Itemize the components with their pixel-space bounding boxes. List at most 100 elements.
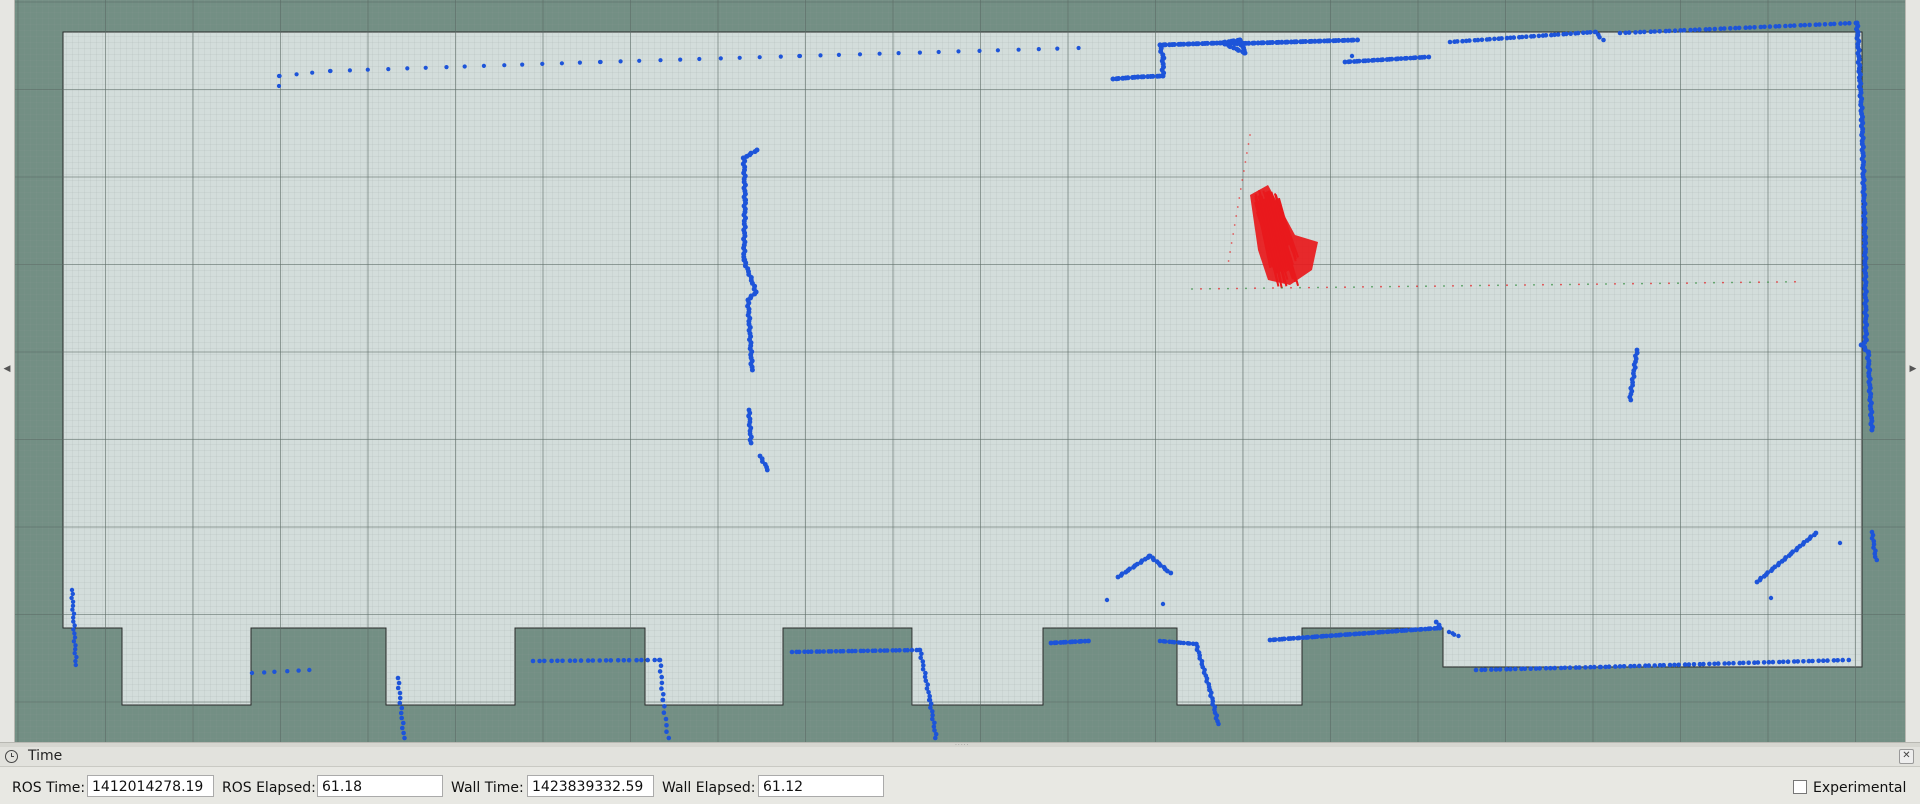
laser-point	[634, 657, 639, 663]
laser-point	[1657, 29, 1662, 34]
laser-point	[1543, 33, 1549, 38]
laser-point	[73, 643, 78, 648]
ros-elapsed-field[interactable]: 61.18	[317, 775, 443, 797]
laser-point	[405, 66, 410, 71]
laser-point	[1125, 75, 1131, 81]
laser-point	[977, 48, 982, 54]
laser-point	[1716, 661, 1721, 666]
laser-point	[1305, 634, 1311, 640]
laser-point	[395, 685, 401, 691]
laser-point	[1587, 30, 1593, 35]
laser-point	[1487, 36, 1492, 42]
laser-point	[1825, 658, 1830, 663]
trail-point	[1479, 284, 1481, 287]
trail-point	[1281, 287, 1283, 289]
laser-point	[73, 647, 78, 652]
laser-point	[1427, 626, 1433, 631]
laser-point	[1781, 659, 1786, 665]
laser-point	[1036, 47, 1041, 52]
map-viewport[interactable]: ◀ ▶	[0, 0, 1920, 742]
close-panel-button[interactable]: ✕	[1899, 749, 1914, 764]
laser-point	[718, 56, 723, 61]
laser-point	[1528, 666, 1533, 671]
laser-point	[1633, 30, 1638, 35]
laser-point	[877, 51, 882, 56]
trail-point	[1506, 284, 1508, 287]
laser-point	[621, 658, 627, 663]
laser-point	[1562, 665, 1568, 671]
laser-point	[1626, 30, 1632, 35]
right-dock-handle[interactable]: ▶	[1905, 0, 1920, 742]
laser-point	[1150, 73, 1156, 79]
laser-point	[1347, 59, 1353, 64]
trail-point	[1326, 286, 1328, 289]
trail-point	[1247, 143, 1250, 145]
laser-point	[818, 53, 823, 58]
laser-point	[1777, 659, 1782, 665]
trail-point	[1227, 260, 1230, 262]
laser-point	[1116, 76, 1121, 81]
laser-point	[310, 70, 315, 75]
ros-time-field[interactable]: 1412014278.19	[87, 775, 214, 797]
laser-point	[1676, 662, 1681, 668]
laser-point	[530, 658, 536, 664]
laser-point	[905, 647, 910, 653]
laser-point	[1204, 40, 1210, 46]
trail-point	[1722, 281, 1724, 284]
trail-point	[1542, 283, 1544, 286]
laser-point	[397, 695, 403, 701]
laser-point	[663, 716, 669, 722]
wall-elapsed-label: Wall Elapsed:	[662, 780, 756, 796]
laser-point	[555, 658, 560, 664]
laser-point	[1356, 58, 1362, 64]
laser-point	[540, 61, 545, 66]
laser-point	[1752, 25, 1757, 30]
laser-point	[1072, 639, 1078, 645]
trail-point	[1578, 283, 1580, 286]
laser-point	[1768, 595, 1774, 601]
laser-point	[1637, 29, 1643, 35]
occupancy-map[interactable]	[0, 0, 1920, 742]
trail-point	[1596, 283, 1598, 285]
laser-point	[626, 657, 632, 663]
trail-point	[1218, 287, 1220, 290]
laser-point	[74, 654, 79, 660]
laser-point	[1326, 38, 1332, 44]
laser-point	[1583, 665, 1588, 670]
trail-point	[1230, 242, 1233, 244]
trail-point	[1239, 188, 1242, 190]
laser-point	[567, 658, 573, 663]
trail-point	[1249, 134, 1251, 136]
laser-point	[69, 587, 75, 593]
laser-point	[1667, 28, 1672, 34]
free-space-fine-grid	[63, 32, 1862, 705]
laser-point	[1798, 23, 1803, 28]
laser-point	[1667, 662, 1673, 668]
trail-point	[1794, 280, 1796, 283]
laser-point	[857, 52, 863, 57]
laser-point	[72, 635, 78, 640]
laser-point	[1807, 22, 1812, 28]
wall-time-field[interactable]: 1423839332.59	[527, 775, 654, 797]
time-panel: Time ✕ ROS Time: 1412014278.19 ROS Elaps…	[0, 747, 1920, 804]
laser-point	[1455, 39, 1460, 44]
laser-point	[1577, 665, 1582, 670]
laser-point	[401, 730, 406, 736]
laser-point	[639, 657, 644, 663]
laser-point	[1531, 33, 1537, 39]
laser-point	[749, 367, 755, 373]
laser-point	[398, 710, 404, 716]
laser-point	[1592, 664, 1597, 670]
laser-point	[829, 649, 834, 654]
trail-point	[1749, 281, 1751, 284]
laser-point	[637, 58, 642, 63]
trail-point	[1425, 285, 1427, 288]
laser-point	[1722, 26, 1727, 31]
laser-point	[1160, 601, 1166, 607]
trail-point	[1245, 287, 1247, 290]
laser-point	[1646, 663, 1652, 668]
left-dock-handle[interactable]: ◀	[0, 0, 15, 742]
wall-elapsed-field[interactable]: 61.12	[758, 775, 884, 797]
experimental-checkbox[interactable]	[1793, 780, 1807, 794]
laser-point	[896, 51, 901, 56]
